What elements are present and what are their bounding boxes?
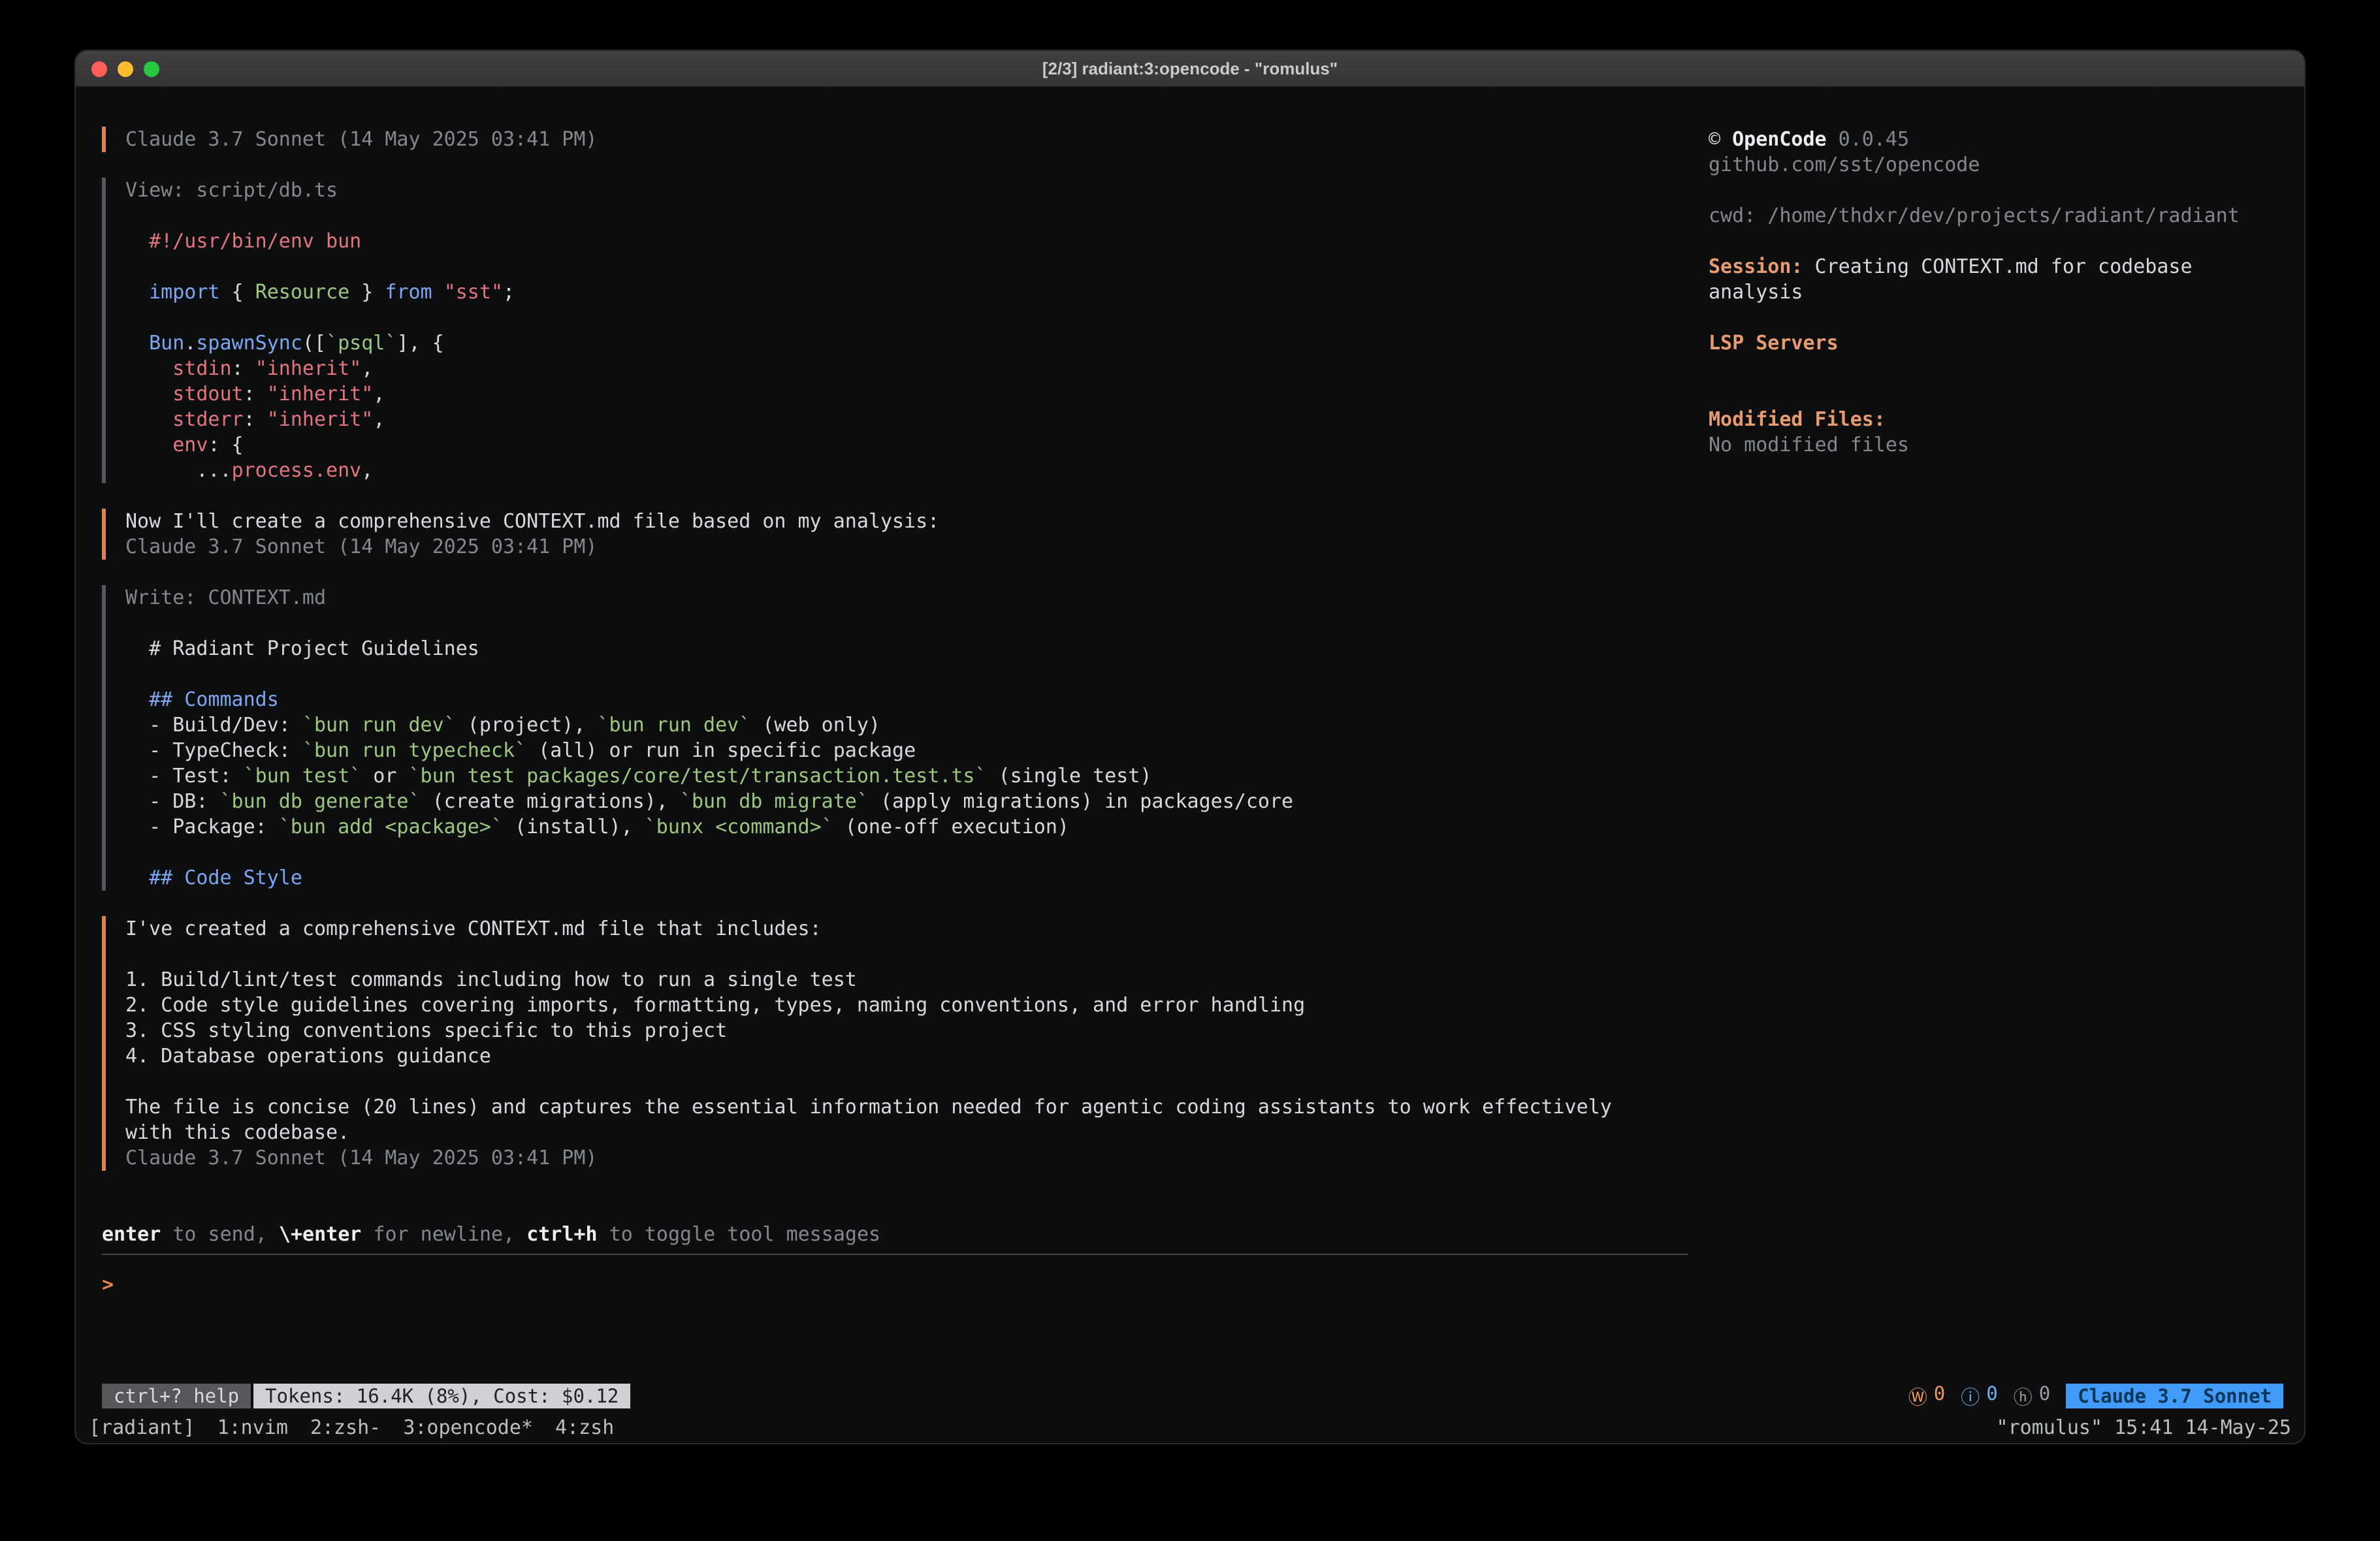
text-line: View: script/db.ts	[125, 178, 1688, 203]
text-line	[1709, 356, 2278, 381]
text-line: Claude 3.7 Sonnet (14 May 2025 03:41 PM)	[125, 534, 1688, 560]
tool-view-block: View: script/db.ts #!/usr/bin/env bun im…	[102, 178, 1688, 483]
desktop: [2/3] radiant:3:opencode - "romulus" Cla…	[0, 0, 2380, 1541]
traffic-lights	[91, 61, 159, 77]
text-line: I've created a comprehensive CONTEXT.md …	[125, 916, 1688, 942]
text-line: ## Code Style	[125, 865, 1688, 891]
text-line: Claude 3.7 Sonnet (14 May 2025 03:41 PM)	[125, 127, 1688, 152]
text-line	[125, 840, 1688, 865]
tool-write-block: Write: CONTEXT.md # Radiant Project Guid…	[102, 585, 1688, 891]
text-line: cwd: /home/thdxr/dev/projects/radiant/ra…	[1709, 203, 2278, 229]
text-line	[1709, 305, 2278, 330]
text-line: #!/usr/bin/env bun	[125, 229, 1688, 254]
terminal-window: [2/3] radiant:3:opencode - "romulus" Cla…	[74, 50, 2306, 1444]
text-line: import { Resource } from "sst";	[125, 279, 1688, 305]
text-line: No modified files	[1709, 432, 2278, 458]
text-line: stdout: "inherit",	[125, 381, 1688, 407]
tmux-left: [radiant] 1:nvim 2:zsh- 3:opencode* 4:zsh	[89, 1416, 614, 1439]
text-line: 1. Build/lint/test commands including ho…	[125, 967, 1688, 993]
fullscreen-button[interactable]	[144, 61, 159, 77]
text-line: - DB: `bun db generate` (create migratio…	[125, 789, 1688, 814]
text-line: - Package: `bun add <package>` (install)…	[125, 814, 1688, 840]
text-line	[125, 942, 1688, 967]
prompt-input[interactable]: >	[102, 1254, 1688, 1332]
status-bar: ctrl+? help Tokens: 16.4K (8%), Cost: $0…	[76, 1380, 2304, 1412]
text-line	[125, 611, 1688, 636]
minimize-button[interactable]	[118, 61, 133, 77]
text-line: Now I'll create a comprehensive CONTEXT.…	[125, 509, 1688, 534]
tmux-window[interactable]: 4:zsh	[555, 1416, 614, 1439]
info-counter: ⓘ0	[1961, 1382, 1997, 1410]
tmux-session-name: [radiant]	[89, 1416, 195, 1439]
text-line	[1709, 178, 2278, 203]
hint-counter-icon: ⓗ	[2014, 1382, 2033, 1410]
text-line: 4. Database operations guidance	[125, 1043, 1688, 1069]
assistant-message: Now I'll create a comprehensive CONTEXT.…	[102, 509, 1688, 560]
text-line: LSP Servers	[1709, 330, 2278, 356]
text-line: Write: CONTEXT.md	[125, 585, 1688, 611]
text-line: stdin: "inherit",	[125, 356, 1688, 381]
text-line	[125, 1069, 1688, 1094]
text-line	[125, 661, 1688, 687]
text-line: Claude 3.7 Sonnet (14 May 2025 03:41 PM)	[125, 1145, 1688, 1171]
tmux-window[interactable]: 1:nvim	[217, 1416, 288, 1439]
close-button[interactable]	[91, 61, 107, 77]
window-titlebar: [2/3] radiant:3:opencode - "romulus"	[76, 51, 2304, 87]
text-line: Bun.spawnSync([`psql`], {	[125, 330, 1688, 356]
chat-blocks: Claude 3.7 Sonnet (14 May 2025 03:41 PM)…	[102, 127, 1688, 1171]
text-line: Session: Creating CONTEXT.md for codebas…	[1709, 254, 2278, 279]
warning-counter-icon: Ⓦ	[1908, 1382, 1927, 1410]
tmux-window-list: 1:nvim 2:zsh- 3:opencode* 4:zsh	[217, 1416, 615, 1439]
text-line: The file is concise (20 lines) and captu…	[125, 1094, 1688, 1120]
tmux-window[interactable]: 2:zsh-	[310, 1416, 381, 1439]
text-line: - Test: `bun test` or `bun test packages…	[125, 763, 1688, 789]
prompt-symbol: >	[102, 1273, 114, 1296]
model-chip[interactable]: Claude 3.7 Sonnet	[2066, 1384, 2283, 1408]
window-title: [2/3] radiant:3:opencode - "romulus"	[1042, 59, 1338, 79]
status-bar-right: Ⓦ0 ⓘ0 ⓗ0 Claude 3.7 Sonnet	[1908, 1382, 2283, 1410]
text-line: 3. CSS styling conventions specific to t…	[125, 1018, 1688, 1043]
info-counter-icon: ⓘ	[1961, 1382, 1980, 1410]
diagnostics-counters: Ⓦ0 ⓘ0 ⓗ0	[1908, 1382, 2050, 1410]
tmux-statusline: [radiant] 1:nvim 2:zsh- 3:opencode* 4:zsh "…	[76, 1412, 2304, 1443]
text-line: env: {	[125, 432, 1688, 458]
text-line: © OpenCode 0.0.45	[1709, 127, 2278, 152]
text-line: analysis	[1709, 279, 2278, 305]
message-header: Claude 3.7 Sonnet (14 May 2025 03:41 PM)	[102, 127, 1688, 152]
tmux-window[interactable]: 3:opencode*	[403, 1416, 533, 1439]
chat-panel: Claude 3.7 Sonnet (14 May 2025 03:41 PM)…	[102, 127, 1688, 1380]
text-line	[125, 254, 1688, 279]
text-line: - TypeCheck: `bun run typecheck` (all) o…	[125, 738, 1688, 763]
help-shortcut-chip[interactable]: ctrl+? help	[102, 1384, 251, 1408]
text-line: 2. Code style guidelines covering import…	[125, 993, 1688, 1018]
session-sidebar: © OpenCode 0.0.45github.com/sst/opencode…	[1709, 127, 2278, 1380]
text-line: ## Commands	[125, 687, 1688, 712]
text-line: # Radiant Project Guidelines	[125, 636, 1688, 661]
hint-counter: ⓗ0	[2014, 1382, 2050, 1410]
prompt-line[interactable]: >	[102, 1272, 1688, 1297]
terminal-content: Claude 3.7 Sonnet (14 May 2025 03:41 PM)…	[76, 87, 2304, 1380]
text-line: Modified Files:	[1709, 407, 2278, 432]
text-line: enter to send, \+enter for newline, ctrl…	[102, 1222, 1688, 1247]
editor-hints: enter to send, \+enter for newline, ctrl…	[102, 1222, 1688, 1247]
text-line: with this codebase.	[125, 1120, 1688, 1145]
text-line	[1709, 229, 2278, 254]
text-line: github.com/sst/opencode	[1709, 152, 2278, 178]
text-line: ...process.env,	[125, 458, 1688, 483]
text-line: - Build/Dev: `bun run dev` (project), `b…	[125, 712, 1688, 738]
text-line: stderr: "inherit",	[125, 407, 1688, 432]
assistant-summary: I've created a comprehensive CONTEXT.md …	[102, 916, 1688, 1171]
text-line	[1709, 381, 2278, 407]
warning-counter: Ⓦ0	[1908, 1382, 1945, 1410]
tmux-host-clock: "romulus" 15:41 14-May-25	[1996, 1416, 2291, 1439]
text-line	[125, 203, 1688, 229]
tokens-cost-chip: Tokens: 16.4K (8%), Cost: $0.12	[253, 1384, 630, 1408]
text-line	[125, 305, 1688, 330]
